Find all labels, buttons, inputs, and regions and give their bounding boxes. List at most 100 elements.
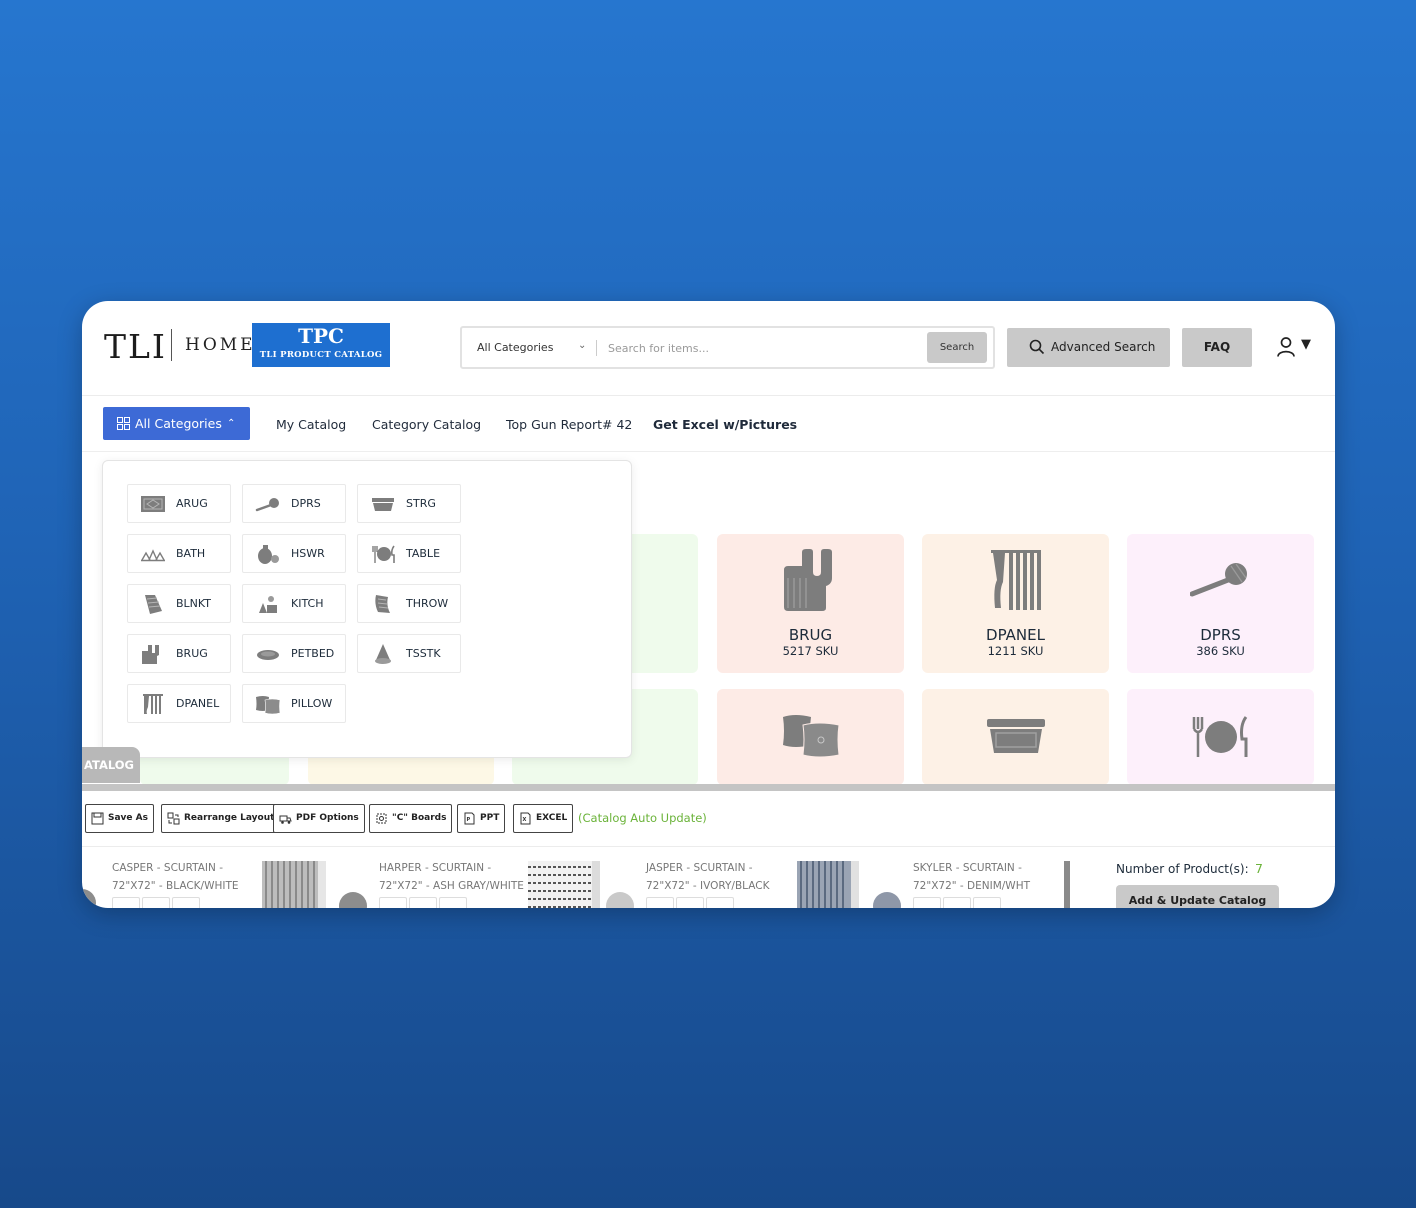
- ppt-button[interactable]: P PPT: [457, 804, 506, 833]
- dropdown-item-bath[interactable]: BATH: [127, 534, 231, 573]
- product-edit-button[interactable]: [943, 897, 971, 908]
- category-card[interactable]: [717, 689, 904, 785]
- all-categories-button[interactable]: All Categories ⌃: [103, 407, 250, 440]
- pdf-options-button[interactable]: PDF Options: [273, 804, 365, 833]
- blanket-icon: [145, 595, 162, 614]
- dropdown-item-label: DPRS: [291, 497, 321, 510]
- caret-down-icon[interactable]: ▼: [1301, 337, 1311, 352]
- product-image[interactable]: [262, 861, 326, 908]
- dropdown-item-label: STRG: [406, 497, 436, 510]
- catalog-divider[interactable]: [82, 784, 1335, 791]
- categories-dropdown: ARUG DPRS STRG BATH HSWR TABLE BLNKT KIT…: [102, 460, 632, 758]
- product-name[interactable]: HARPER - SCURTAIN - 72"X72" - ASH GRAY/W…: [379, 859, 524, 895]
- category-card[interactable]: [1127, 689, 1314, 785]
- rug-icon: [141, 496, 165, 512]
- home-logo[interactable]: HOME: [185, 335, 256, 355]
- search-input[interactable]: [608, 336, 918, 360]
- product-view-button[interactable]: [112, 897, 140, 908]
- user-icon[interactable]: [1276, 336, 1296, 358]
- product-edit-button[interactable]: [676, 897, 704, 908]
- product-view-button[interactable]: [379, 897, 407, 908]
- rearrange-layout-button[interactable]: Rearrange Layout: [161, 804, 281, 833]
- dropdown-item-blnkt[interactable]: BLNKT: [127, 584, 231, 623]
- dropdown-item-hswr[interactable]: HSWR: [242, 534, 346, 573]
- dropdown-item-dprs[interactable]: DPRS: [242, 484, 346, 523]
- product-delete-button[interactable]: [706, 897, 734, 908]
- c-boards-button[interactable]: "C" Boards: [369, 804, 453, 833]
- dropdown-item-throw[interactable]: THROW: [357, 584, 461, 623]
- product-view-button[interactable]: [646, 897, 674, 908]
- product-edit-button[interactable]: [142, 897, 170, 908]
- ppt-file-icon: P: [464, 812, 475, 825]
- save-as-button[interactable]: Save As: [85, 804, 154, 833]
- product-delete-button[interactable]: [439, 897, 467, 908]
- dropdown-item-label: BATH: [176, 547, 206, 560]
- catalog-tab[interactable]: ATALOG: [82, 747, 140, 783]
- product-image[interactable]: [797, 861, 859, 908]
- dropdown-item-kitch[interactable]: KITCH: [242, 584, 346, 623]
- search-icon: [1029, 339, 1045, 355]
- app-window: TLI HOME TPC TLI PRODUCT CATALOG All Cat…: [82, 301, 1335, 908]
- tpc-title: TPC: [298, 324, 344, 348]
- excel-file-icon: X: [520, 812, 531, 825]
- nav-top-gun-report[interactable]: Top Gun Report# 42: [506, 417, 632, 432]
- search-button[interactable]: Search: [927, 332, 987, 363]
- advanced-search-label: Advanced Search: [1051, 340, 1156, 354]
- category-card-brug[interactable]: BRUG 5217 SKU: [717, 534, 904, 673]
- dropdown-item-petbed[interactable]: PETBED: [242, 634, 346, 673]
- dropdown-item-pillow[interactable]: PILLOW: [242, 684, 346, 723]
- product-count-label: Number of Product(s):: [1116, 862, 1249, 876]
- product-image[interactable]: [528, 861, 600, 908]
- add-update-catalog-button[interactable]: Add & Update Catalog: [1116, 885, 1279, 908]
- search-category-select[interactable]: All Categories: [477, 341, 553, 354]
- excel-button[interactable]: X EXCEL: [513, 804, 574, 833]
- bath-rug-icon: [783, 549, 832, 611]
- dropdown-item-arug[interactable]: ARUG: [127, 484, 231, 523]
- dropdown-item-brug[interactable]: BRUG: [127, 634, 231, 673]
- product-view-button[interactable]: [913, 897, 941, 908]
- category-card-dprs[interactable]: DPRS 386 SKU: [1127, 534, 1314, 673]
- dropdown-item-label: HSWR: [291, 547, 325, 560]
- dropdown-item-tsstk[interactable]: TSSTK: [357, 634, 461, 673]
- dropdown-item-label: BRUG: [176, 647, 208, 660]
- nav-my-catalog[interactable]: My Catalog: [276, 417, 346, 432]
- storage-bin-icon: [372, 498, 394, 511]
- category-card[interactable]: [922, 689, 1109, 785]
- advanced-search-button[interactable]: Advanced Search: [1007, 328, 1170, 367]
- product-name[interactable]: CASPER - SCURTAIN - 72"X72" - BLACK/WHIT…: [112, 859, 239, 895]
- dropdown-item-label: THROW: [406, 597, 449, 610]
- tpc-logo[interactable]: TPC TLI PRODUCT CATALOG: [252, 323, 390, 367]
- product-delete-button[interactable]: [973, 897, 1001, 908]
- faq-button[interactable]: FAQ: [1182, 328, 1252, 367]
- nav-get-excel[interactable]: Get Excel w/Pictures: [653, 417, 797, 432]
- tli-logo[interactable]: TLI: [104, 327, 167, 366]
- card-sku: 1211 SKU: [987, 644, 1044, 658]
- save-icon: [91, 812, 104, 825]
- dropdown-item-strg[interactable]: STRG: [357, 484, 461, 523]
- catalog-auto-update-toggle[interactable]: (Catalog Auto Update): [578, 811, 707, 825]
- dropdown-item-dpanel[interactable]: DPANEL: [127, 684, 231, 723]
- product-delete-button[interactable]: [172, 897, 200, 908]
- dropdown-item-label: ARUG: [176, 497, 208, 510]
- dropdown-item-table[interactable]: TABLE: [357, 534, 461, 573]
- product-name[interactable]: SKYLER - SCURTAIN - 72"X72" - DENIM/WHT: [913, 859, 1030, 895]
- nav-category-catalog[interactable]: Category Catalog: [372, 417, 481, 432]
- pdf-options-label: PDF Options: [296, 813, 359, 823]
- bath-rug-icon: [142, 645, 159, 664]
- product-name[interactable]: JASPER - SCURTAIN - 72"X72" - IVORY/BLAC…: [646, 859, 769, 895]
- housewares-icon: [258, 545, 279, 564]
- card-title: BRUG: [788, 626, 833, 644]
- tableware-icon: [372, 545, 395, 563]
- storage-bin-icon: [986, 719, 1045, 753]
- drape-panel-icon: [990, 550, 1041, 610]
- product-edit-button[interactable]: [409, 897, 437, 908]
- card-sku: 5217 SKU: [782, 644, 839, 658]
- dropdown-item-label: PILLOW: [291, 697, 333, 710]
- category-card-dpanel[interactable]: DPANEL 1211 SKU: [922, 534, 1109, 673]
- product-image[interactable]: [1062, 861, 1072, 908]
- chevron-down-icon[interactable]: ⌄: [578, 340, 586, 351]
- tree-skirt-icon: [375, 644, 391, 664]
- pet-bed-icon: [257, 650, 279, 660]
- grid-icon: [117, 417, 130, 430]
- c-boards-label: "C" Boards: [392, 813, 447, 823]
